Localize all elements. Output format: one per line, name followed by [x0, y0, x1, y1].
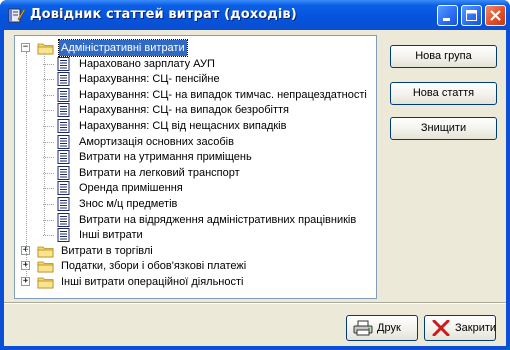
- tree-item-label: Витрати на відрядження адміністративних …: [79, 213, 357, 226]
- tree-item-label: Нарахування: СЦ- на випадок тимчас. непр…: [79, 88, 367, 101]
- folder-icon: [37, 244, 55, 258]
- minimize-button[interactable]: [437, 5, 458, 26]
- tree-item-label: Витрати на легковий транспорт: [79, 166, 240, 179]
- close-icon: [490, 10, 501, 21]
- folder-icon: [37, 259, 55, 273]
- new-group-button[interactable]: Нова група: [390, 45, 497, 68]
- new-item-label: Нова стаття: [412, 87, 475, 99]
- tree-item-label: Нарахування: СЦ від нещасних випадків: [79, 120, 287, 132]
- tree-group-label: Витрати в торгівлі: [61, 244, 153, 257]
- print-label: Друк: [377, 322, 401, 334]
- tree-group-label: Інші витрати операційної діяльності: [61, 276, 244, 288]
- document-icon: [55, 197, 73, 211]
- footer-separator: [4, 302, 506, 304]
- delete-button[interactable]: Знищити: [390, 117, 497, 140]
- close-x-icon: [432, 320, 450, 336]
- printer-icon: [353, 320, 373, 336]
- document-icon: [55, 165, 73, 180]
- new-group-label: Нова група: [415, 50, 472, 62]
- maximize-icon: [466, 10, 477, 21]
- tree-item-label: Витрати на утримання приміщень: [79, 151, 252, 164]
- window-title: Довідник статтей витрат (доходів): [30, 7, 297, 22]
- tree-item-label: Інші витрати: [79, 229, 143, 242]
- book-pencil-icon: [8, 8, 25, 23]
- document-icon: [55, 87, 73, 102]
- tree-item-label: Нарахування: СЦ- пенсійне: [79, 73, 220, 86]
- tree-connector: [43, 235, 54, 237]
- expense-tree[interactable]: − Адміністративні витрати Нараховано зарпл…: [14, 35, 377, 299]
- folder-icon: [37, 275, 55, 289]
- document-icon: [55, 181, 73, 196]
- delete-label: Знищити: [420, 122, 467, 134]
- document-icon: [55, 119, 73, 133]
- close-window-button[interactable]: [485, 5, 506, 26]
- tree-item-label: Нарахування: СЦ- на випадок безробіття: [79, 104, 289, 117]
- window-client-area: − Адміністративні витрати Нараховано зарпл…: [4, 30, 506, 346]
- tree-item-label: Оренда примішення: [79, 182, 183, 195]
- document-icon: [55, 150, 73, 165]
- title-bar[interactable]: Довідник статтей витрат (доходів): [0, 0, 510, 30]
- app-window: Довідник статтей витрат (доходів) − Адмін…: [0, 0, 510, 350]
- tree-connector: [44, 53, 45, 236]
- document-icon: [55, 103, 73, 118]
- tree-item-label: Знос м/ц предметів: [79, 198, 178, 210]
- tree-group-label: Адміністративні витрати: [58, 39, 188, 57]
- close-button[interactable]: Закрити: [424, 315, 496, 341]
- tree-item-label: Нараховано зарплату АУП: [79, 57, 215, 70]
- collapse-icon[interactable]: −: [21, 43, 30, 52]
- minimize-icon: [443, 18, 450, 21]
- document-icon: [55, 56, 73, 71]
- document-icon: [55, 134, 73, 149]
- document-icon: [55, 212, 73, 227]
- document-icon: [55, 228, 73, 243]
- maximize-button[interactable]: [461, 5, 482, 26]
- folder-icon: [37, 41, 55, 55]
- tree-group-label: Податки, збори і обов'язкові платежі: [61, 260, 247, 273]
- tree-item-label: Амортизація основних засобів: [79, 135, 234, 148]
- new-item-button[interactable]: Нова стаття: [390, 82, 497, 105]
- document-icon: [55, 72, 73, 87]
- tree-connector: [26, 52, 27, 282]
- print-button[interactable]: Друк: [346, 315, 418, 341]
- close-label: Закрити: [455, 322, 497, 334]
